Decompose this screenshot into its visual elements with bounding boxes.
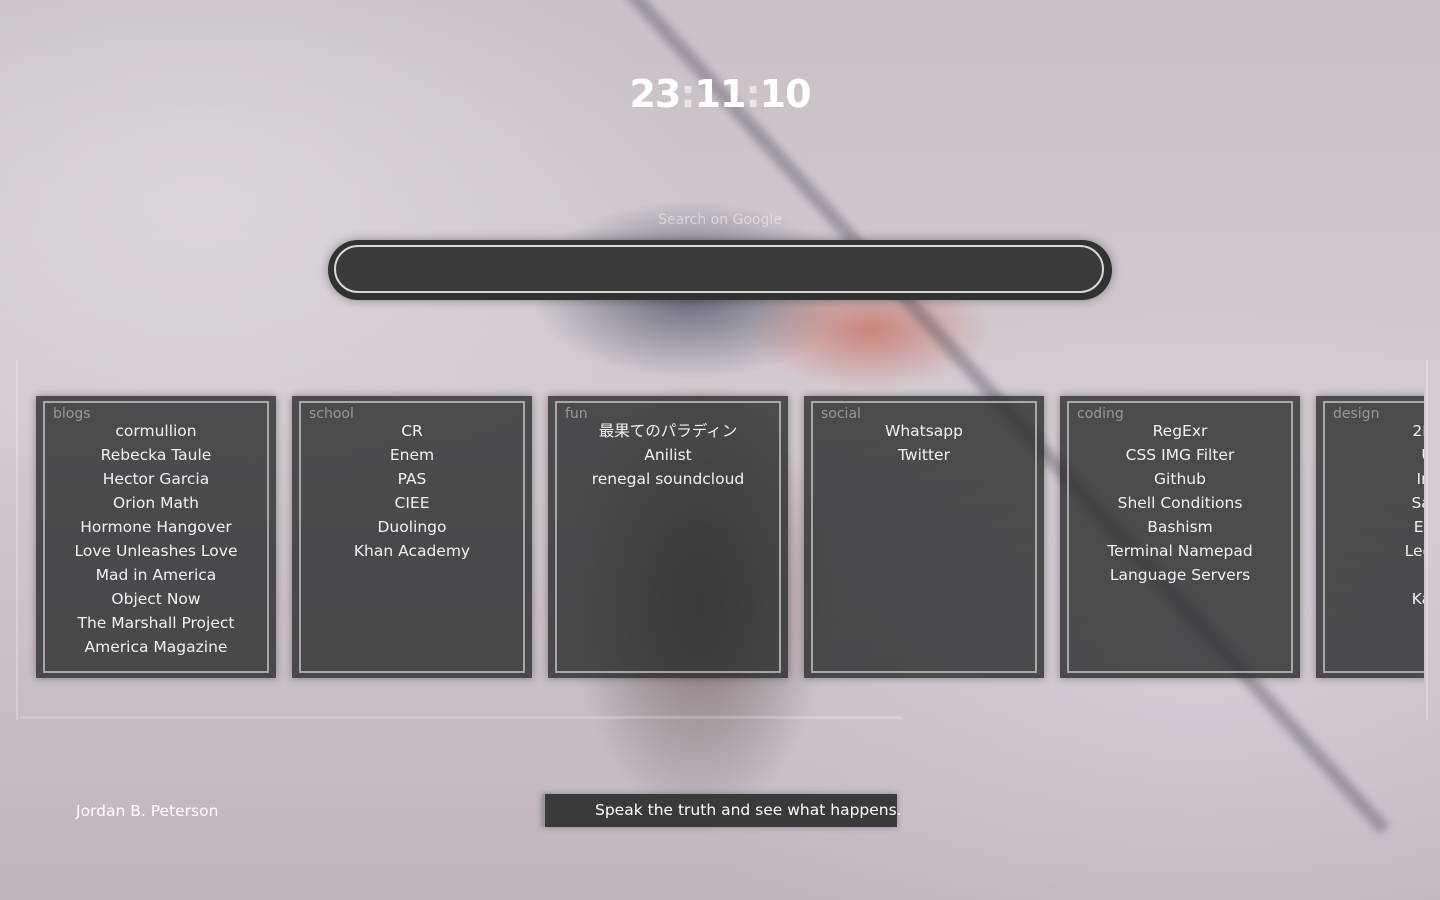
card-coding: coding RegExr CSS IMG Filter Github Shel… bbox=[1060, 396, 1300, 678]
clock-separator: : bbox=[745, 72, 760, 116]
card-frame: social Whatsapp Twitter bbox=[811, 401, 1037, 673]
link-design-2[interactable]: Uns bbox=[1325, 443, 1424, 467]
bookmark-cards-area[interactable]: blogs cormullion Rebecka Taule Hector Ga… bbox=[16, 360, 1428, 720]
card-frame: coding RegExr CSS IMG Filter Github Shel… bbox=[1067, 401, 1293, 673]
link-enem[interactable]: Enem bbox=[301, 443, 523, 467]
link-design-8[interactable]: Kately bbox=[1325, 587, 1424, 611]
search-label: Search on Google bbox=[658, 212, 782, 228]
link-terminal-namepad[interactable]: Terminal Namepad bbox=[1069, 539, 1291, 563]
link-america-magazine[interactable]: America Magazine bbox=[45, 635, 267, 659]
link-ciee[interactable]: CIEE bbox=[301, 491, 523, 515]
card-frame: blogs cormullion Rebecka Taule Hector Ga… bbox=[43, 401, 269, 673]
clock-hours: 23 bbox=[629, 72, 681, 116]
link-design-7[interactable]: aw bbox=[1325, 563, 1424, 587]
link-object-now[interactable]: Object Now bbox=[45, 587, 267, 611]
link-cr[interactable]: CR bbox=[301, 419, 523, 443]
link-design-5[interactable]: Eric A bbox=[1325, 515, 1424, 539]
card-link-list: 2D An Uns Inkto Santia Eric A Leonard aw… bbox=[1325, 419, 1424, 611]
link-hormone-hangover[interactable]: Hormone Hangover bbox=[45, 515, 267, 539]
link-design-6[interactable]: Leonard bbox=[1325, 539, 1424, 563]
card-blogs: blogs cormullion Rebecka Taule Hector Ga… bbox=[36, 396, 276, 678]
link-khan-academy[interactable]: Khan Academy bbox=[301, 539, 523, 563]
link-duolingo[interactable]: Duolingo bbox=[301, 515, 523, 539]
link-twitter[interactable]: Twitter bbox=[813, 443, 1035, 467]
clock-minutes: 11 bbox=[694, 72, 747, 116]
card-social: social Whatsapp Twitter bbox=[804, 396, 1044, 678]
card-frame: school CR Enem PAS CIEE Duolingo Khan Ac… bbox=[299, 401, 525, 673]
link-marshall-project[interactable]: The Marshall Project bbox=[45, 611, 267, 635]
link-pas[interactable]: PAS bbox=[301, 467, 523, 491]
link-design-4[interactable]: Santia bbox=[1325, 491, 1424, 515]
card-fun: fun 最果てのパラディン Anilist renegal soundcloud bbox=[548, 396, 788, 678]
card-link-list: 最果てのパラディン Anilist renegal soundcloud bbox=[557, 419, 779, 491]
link-whatsapp[interactable]: Whatsapp bbox=[813, 419, 1035, 443]
card-frame: design 2D An Uns Inkto Santia Eric A Leo… bbox=[1323, 401, 1424, 673]
card-link-list: cormullion Rebecka Taule Hector Garcia O… bbox=[45, 419, 267, 659]
horizontal-scrollbar[interactable] bbox=[20, 716, 902, 719]
bookmark-cards-viewport: blogs cormullion Rebecka Taule Hector Ga… bbox=[18, 360, 1424, 720]
link-design-1[interactable]: 2D An bbox=[1325, 419, 1424, 443]
link-rebecka-taule[interactable]: Rebecka Taule bbox=[45, 443, 267, 467]
card-link-list: Whatsapp Twitter bbox=[813, 419, 1035, 467]
card-link-list: CR Enem PAS CIEE Duolingo Khan Academy bbox=[301, 419, 523, 563]
search-input[interactable] bbox=[334, 245, 1104, 293]
clock-separator: : bbox=[680, 72, 695, 116]
link-orion-math[interactable]: Orion Math bbox=[45, 491, 267, 515]
card-link-list: RegExr CSS IMG Filter Github Shell Condi… bbox=[1069, 419, 1291, 587]
link-bashism[interactable]: Bashism bbox=[1069, 515, 1291, 539]
link-language-servers[interactable]: Language Servers bbox=[1069, 563, 1291, 587]
link-design-3[interactable]: Inkto bbox=[1325, 467, 1424, 491]
link-cormullion[interactable]: cormullion bbox=[45, 419, 267, 443]
link-css-img-filter[interactable]: CSS IMG Filter bbox=[1069, 443, 1291, 467]
card-school: school CR Enem PAS CIEE Duolingo Khan Ac… bbox=[292, 396, 532, 678]
link-shell-conditions[interactable]: Shell Conditions bbox=[1069, 491, 1291, 515]
link-renegal-soundcloud[interactable]: renegal soundcloud bbox=[557, 467, 779, 491]
quote-text: Speak the truth and see what happens. bbox=[542, 794, 902, 827]
link-regexr[interactable]: RegExr bbox=[1069, 419, 1291, 443]
search-bar bbox=[328, 240, 1112, 300]
quote-author: Jordan B. Peterson bbox=[76, 802, 219, 820]
link-anilist[interactable]: Anilist bbox=[557, 443, 779, 467]
link-mad-in-america[interactable]: Mad in America bbox=[45, 563, 267, 587]
link-love-unleashes-love[interactable]: Love Unleashes Love bbox=[45, 539, 267, 563]
link-hector-garcia[interactable]: Hector Garcia bbox=[45, 467, 267, 491]
card-frame: fun 最果てのパラディン Anilist renegal soundcloud bbox=[555, 401, 781, 673]
link-github[interactable]: Github bbox=[1069, 467, 1291, 491]
clock: 23:11:10 bbox=[0, 72, 1440, 116]
card-design: design 2D An Uns Inkto Santia Eric A Leo… bbox=[1316, 396, 1424, 678]
link-saihate-no-paladin[interactable]: 最果てのパラディン bbox=[557, 419, 779, 443]
clock-seconds: 10 bbox=[759, 72, 812, 116]
